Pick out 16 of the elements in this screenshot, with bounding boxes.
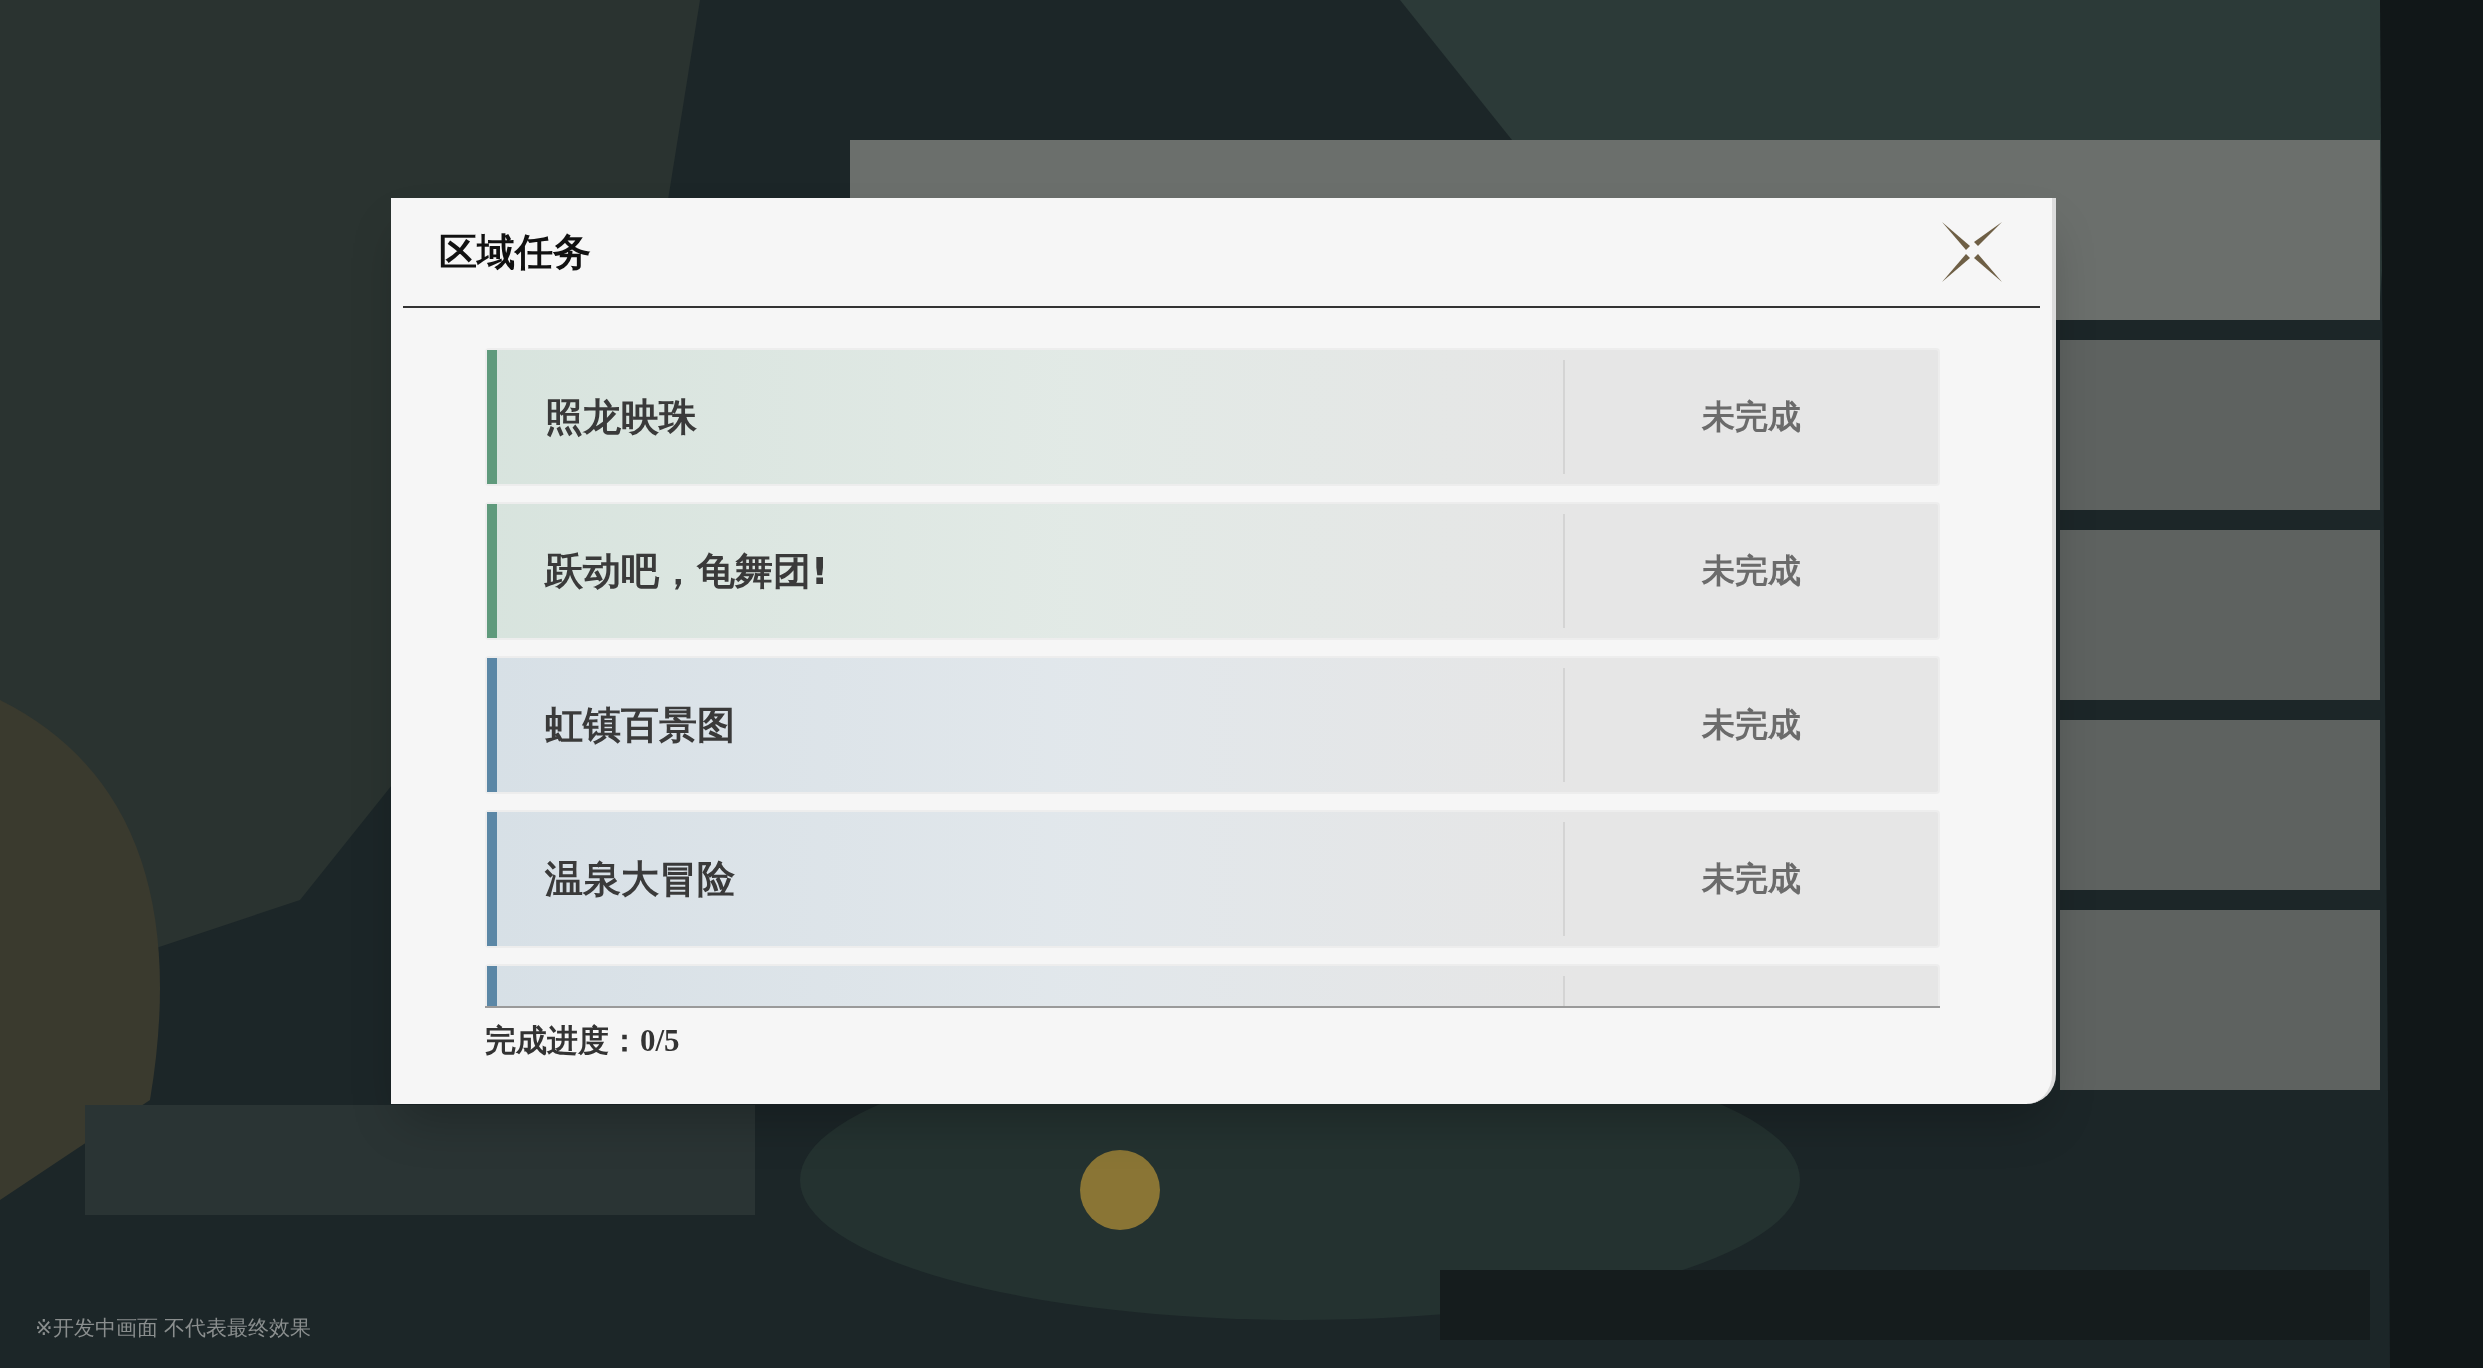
close-icon[interactable] bbox=[1940, 220, 2004, 284]
quest-status: 未完成 bbox=[1702, 704, 1801, 747]
quest-status: 未完成 bbox=[1702, 550, 1801, 593]
quest-status: 未完成 bbox=[1702, 858, 1801, 901]
quest-row[interactable]: 温泉大冒险 未完成 bbox=[485, 810, 1940, 948]
quest-title: 跃动吧，龟舞团! bbox=[545, 547, 829, 595]
footnote: ※开发中画面 不代表最终效果 bbox=[35, 1315, 312, 1340]
quest-row[interactable]: 虹镇百景图 未完成 bbox=[485, 656, 1940, 794]
dialog-title: 区域任务 bbox=[439, 228, 591, 276]
progress-text: 完成进度：0/5 bbox=[485, 1023, 680, 1058]
quest-title: 虹镇百景图 bbox=[545, 701, 735, 749]
quest-title: 温泉大冒险 bbox=[545, 855, 735, 903]
quest-row[interactable]: 照龙映珠 未完成 bbox=[485, 348, 1940, 486]
quest-status: 未完成 bbox=[1702, 396, 1801, 439]
quest-title: 照龙映珠 bbox=[545, 393, 697, 441]
quest-row[interactable]: 跃动吧，龟舞团! 未完成 bbox=[485, 502, 1940, 640]
